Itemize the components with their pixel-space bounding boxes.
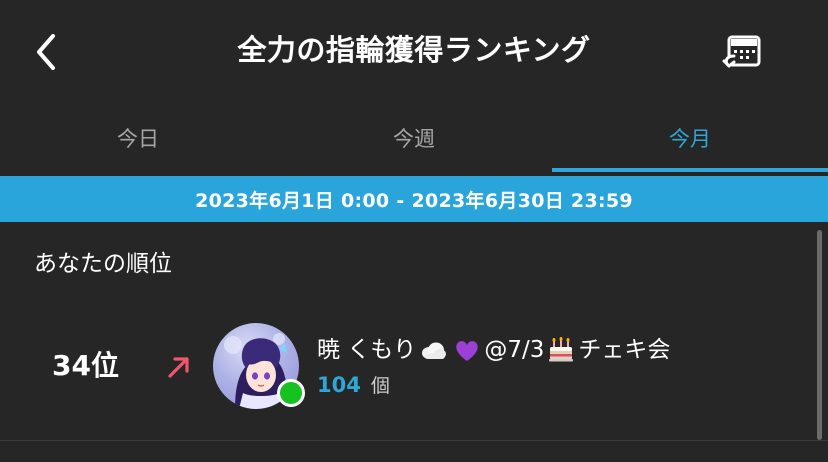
- header-bar: 全力の指輪獲得ランキング: [0, 0, 828, 104]
- tab-this-month[interactable]: 今月: [552, 104, 828, 172]
- page-title: 全力の指輪獲得ランキング: [237, 33, 591, 67]
- my-rank-heading: あなたの順位: [34, 251, 172, 277]
- purple-heart-emoji-icon: [456, 341, 479, 361]
- cloud-emoji-icon: [422, 342, 447, 359]
- my-rank-row[interactable]: 34位 暁 くもり @7/3 チェキ会 104 個: [0, 316, 828, 416]
- row-divider: [0, 440, 828, 441]
- ring-count: 104 個: [317, 370, 390, 402]
- ring-count-value: 104: [317, 373, 361, 397]
- calendar-return-icon: [722, 35, 761, 68]
- rank-position: 34位: [52, 349, 119, 382]
- tab-this-week-label: 今週: [393, 127, 435, 151]
- user-name-suffix: チェキ会: [578, 337, 671, 363]
- tab-today[interactable]: 今日: [0, 104, 276, 172]
- user-name-prefix: 暁 くもり: [317, 337, 417, 363]
- period-tabs: 今日 今週 今月: [0, 104, 828, 172]
- user-name[interactable]: 暁 くもり @7/3 チェキ会: [317, 332, 670, 368]
- active-tab-indicator: [552, 168, 828, 172]
- period-range-banner: 2023年6月1日 0:00 - 2023年6月30日 23:59: [0, 176, 828, 222]
- user-name-date: @7/3: [484, 337, 545, 363]
- online-status-indicator: [277, 379, 305, 407]
- tab-this-week[interactable]: 今週: [276, 104, 552, 172]
- tab-this-month-label: 今月: [669, 127, 711, 151]
- ring-count-unit: 個: [370, 375, 390, 397]
- scrollbar[interactable]: [817, 230, 822, 440]
- calendar-button[interactable]: [718, 30, 766, 74]
- birthday-cake-emoji-icon: [549, 337, 574, 362]
- period-range-text: 2023年6月1日 0:00 - 2023年6月30日 23:59: [195, 189, 633, 212]
- tab-today-label: 今日: [117, 127, 159, 151]
- trend-up-icon: [168, 357, 189, 378]
